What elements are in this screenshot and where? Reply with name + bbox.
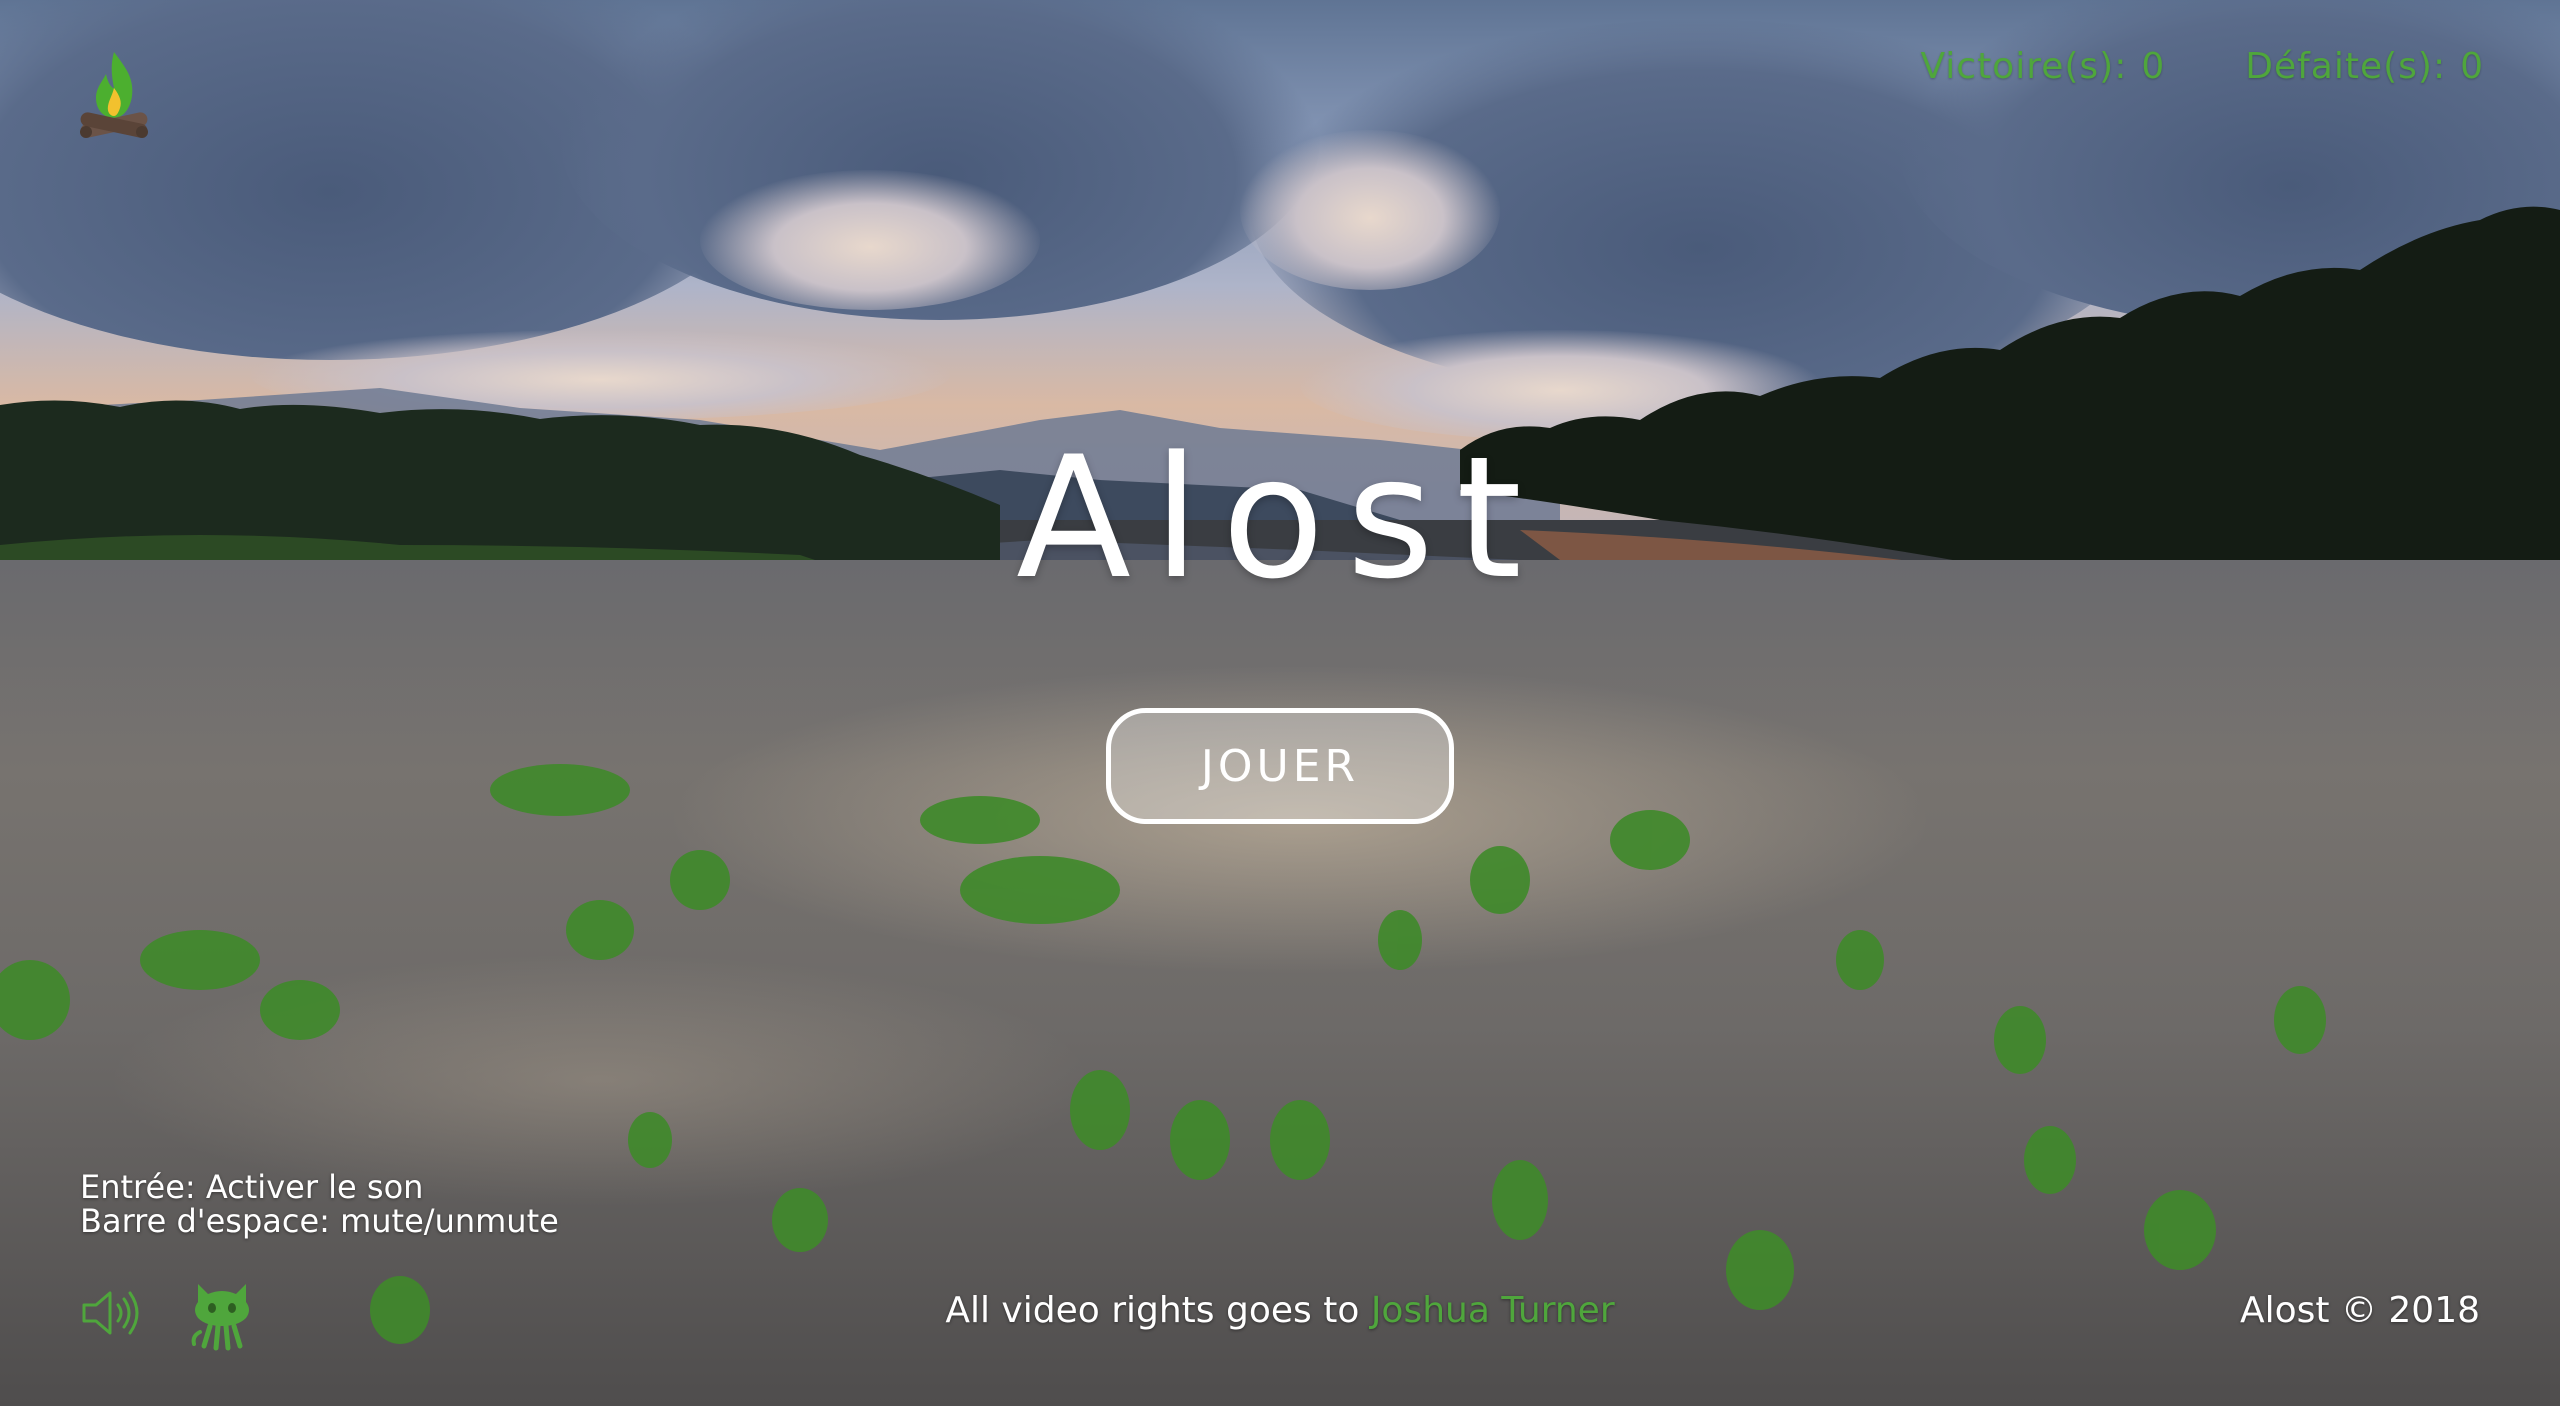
keyboard-hints: Entrée: Activer le son Barre d'espace: m… [80, 1170, 559, 1238]
wins-label: Victoire(s): [1920, 46, 2128, 87]
video-credits: All video rights goes to Joshua Turner [0, 1290, 2560, 1331]
space-hint: Barre d'espace: mute/unmute [80, 1202, 559, 1240]
losses-label: Défaite(s): [2245, 46, 2447, 87]
game-title: Alost [1016, 420, 1544, 616]
score-board: Victoire(s): 0 Défaite(s): 0 [1920, 46, 2484, 87]
wins-counter: Victoire(s): 0 [1920, 46, 2165, 87]
campfire-icon[interactable] [76, 48, 152, 152]
play-button[interactable]: JOUER [1106, 708, 1454, 824]
enter-hint: Entrée: Activer le son [80, 1168, 424, 1206]
game-screen: Victoire(s): 0 Défaite(s): 0 Alost JOUER… [0, 0, 2560, 1406]
wins-value: 0 [2141, 46, 2166, 87]
losses-counter: Défaite(s): 0 [2245, 46, 2484, 87]
credits-author-link[interactable]: Joshua Turner [1371, 1290, 1615, 1331]
copyright-notice: Alost © 2018 [2239, 1290, 2480, 1331]
losses-value: 0 [2460, 46, 2484, 87]
credits-prefix: All video rights goes to [945, 1290, 1360, 1331]
